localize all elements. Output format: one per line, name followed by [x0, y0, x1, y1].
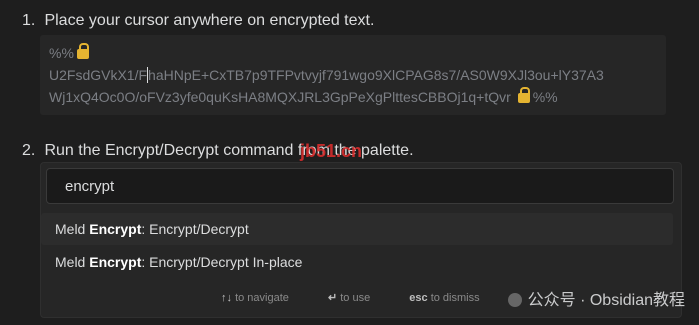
encrypted-marker: %%: [49, 45, 74, 61]
watermark-wechat: 公众号 · Obsidian教程: [507, 286, 685, 310]
match-highlight: Encrypt: [89, 254, 142, 270]
hint-navigate: ↑↓ to navigate: [221, 292, 289, 304]
step-number: 1.: [22, 12, 36, 29]
code-line-3: Wj1xQ4Oc0O/oFVz3yfe0quKsHA8MQXJRL3GpPeXg…: [49, 86, 657, 108]
match-highlight: Encrypt: [89, 221, 142, 237]
encrypted-marker: %%: [532, 89, 558, 105]
watermark-red: jb51.cn: [300, 141, 363, 161]
wechat-icon: [507, 293, 522, 307]
code-line-1: %%: [49, 42, 657, 64]
hint-dismiss: esc to dismiss: [409, 292, 480, 304]
encrypted-text-block[interactable]: %% U2FsdGVkX1/FhaHNpE+CxTB7p9TFPvtvyjf79…: [40, 35, 666, 115]
step-1-instruction: 1. Place your cursor anywhere on encrypt…: [22, 12, 374, 30]
code-line-2: U2FsdGVkX1/FhaHNpE+CxTB7p9TFPvtvyjf791wg…: [49, 64, 657, 86]
command-item[interactable]: Meld Encrypt: Encrypt/Decrypt: [55, 221, 249, 237]
step-text: Place your cursor anywhere on encrypted …: [44, 12, 375, 29]
hint-use: ↵ to use: [327, 292, 371, 304]
code-text: Wj1xQ4Oc0O/oFVz3yfe0quKsHA8MQXJRL3GpPeXg…: [49, 89, 511, 105]
step-number: 2.: [22, 142, 36, 159]
lock-icon: [76, 43, 89, 59]
code-text: U2FsdGVkX1/F: [49, 67, 148, 83]
command-item[interactable]: Meld Encrypt: Encrypt/Decrypt In-place: [55, 254, 302, 270]
command-search-input[interactable]: encrypt: [46, 168, 674, 204]
lock-icon: [517, 87, 530, 103]
code-text: haHNpE+CxTB7p9TFPvtvyjf791wgo9XlCPAG8s7/…: [148, 67, 604, 83]
palette-hints: ↑↓ to navigate ↵ to use esc to dismiss: [221, 291, 516, 304]
